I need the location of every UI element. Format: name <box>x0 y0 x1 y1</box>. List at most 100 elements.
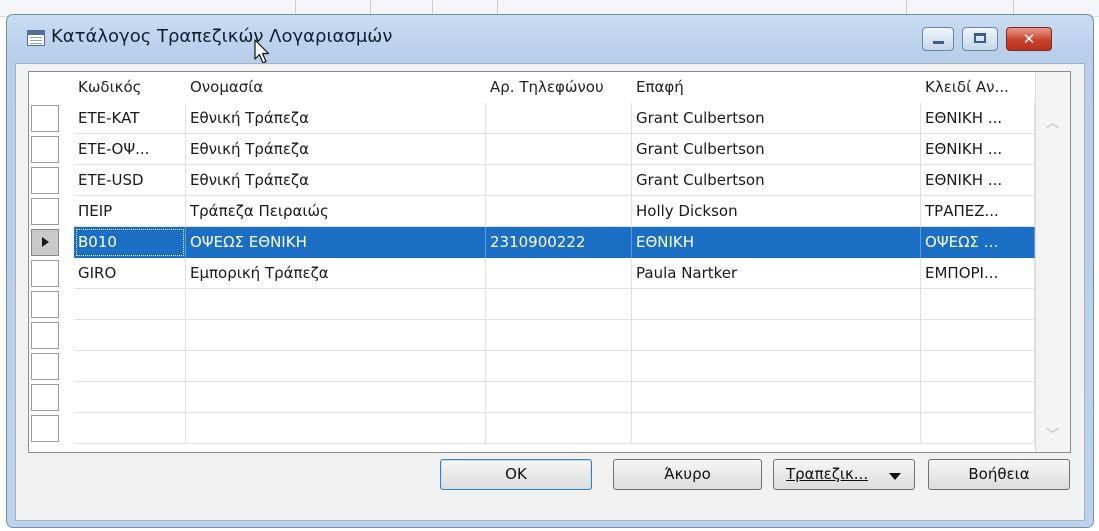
cell-account-key[interactable] <box>921 320 1035 351</box>
scroll-down-icon[interactable]: ﹀ <box>1046 424 1059 443</box>
row-selector-box[interactable] <box>31 353 59 380</box>
table-row[interactable]: B010 ΟΨΕΩΣ ΕΘΝΙΚΗ 2310900222 ΕΘΝΙΚΗ ΟΨΕΩΣ ..… <box>29 227 1070 258</box>
table-row[interactable] <box>29 289 1070 320</box>
cell-code[interactable] <box>74 320 186 351</box>
table-row[interactable] <box>29 382 1070 413</box>
cell-code[interactable] <box>74 351 186 382</box>
row-selector[interactable] <box>29 289 74 320</box>
cell-phone[interactable] <box>486 351 632 382</box>
cell-phone[interactable] <box>486 289 632 320</box>
cell-account-key[interactable]: ΤΡΑΠΕΖ... <box>921 196 1035 227</box>
cell-contact[interactable]: Grant Culbertson <box>632 103 921 134</box>
cell-code[interactable]: GIRO <box>74 258 186 289</box>
cell-account-key[interactable]: ΕΘΝΙΚΗ ... <box>921 134 1035 165</box>
cell-phone[interactable] <box>486 165 632 196</box>
cell-code[interactable]: ETE-KAT <box>74 103 186 134</box>
row-selector[interactable] <box>29 258 74 289</box>
scroll-up-icon[interactable]: ︿ <box>1046 112 1059 131</box>
table-row[interactable] <box>29 320 1070 351</box>
row-selector[interactable] <box>29 103 74 134</box>
row-selector-box[interactable] <box>31 167 59 194</box>
cell-phone[interactable] <box>486 382 632 413</box>
row-selector-box[interactable] <box>31 260 59 287</box>
cell-code[interactable] <box>74 382 186 413</box>
cell-name[interactable] <box>186 289 486 320</box>
cell-contact[interactable] <box>632 382 921 413</box>
table-row[interactable] <box>29 351 1070 382</box>
cell-code[interactable]: ETE-USD <box>74 165 186 196</box>
row-selector-box[interactable] <box>31 198 59 225</box>
cell-code[interactable]: ΠΕΙΡ <box>74 196 186 227</box>
row-selector-box[interactable] <box>31 322 59 349</box>
row-selector[interactable] <box>29 382 74 413</box>
cell-contact[interactable]: Grant Culbertson <box>632 165 921 196</box>
cell-name[interactable]: ΟΨΕΩΣ ΕΘΝΙΚΗ <box>186 227 486 258</box>
cell-name[interactable] <box>186 413 486 444</box>
cell-phone[interactable] <box>486 258 632 289</box>
title-bar[interactable]: Κατάλογος Τραπεζικών Λογαριασμών ✕ <box>7 15 1093 64</box>
cell-contact[interactable] <box>632 320 921 351</box>
cancel-button[interactable]: Άκυρο <box>613 459 762 490</box>
cell-phone[interactable] <box>486 320 632 351</box>
cell-phone[interactable] <box>486 196 632 227</box>
row-selector-box[interactable] <box>31 415 59 442</box>
row-selector-box[interactable] <box>31 291 59 318</box>
cell-name[interactable]: Εθνική Τράπεζα <box>186 165 486 196</box>
cell-account-key[interactable] <box>921 289 1035 320</box>
table-row[interactable]: ETE-USD Εθνική Τράπεζα Grant Culbertson ΕΘΝ… <box>29 165 1070 196</box>
vertical-scrollbar[interactable]: ︿ ﹀ <box>1035 72 1070 452</box>
column-header-name[interactable]: Ονομασία <box>186 72 486 103</box>
column-header-account-key[interactable]: Κλειδί Αν... <box>921 72 1035 103</box>
column-header-code[interactable]: Κωδικός <box>74 72 186 103</box>
minimize-button[interactable] <box>922 27 954 51</box>
cell-account-key[interactable]: ΕΘΝΙΚΗ ... <box>921 165 1035 196</box>
column-header-contact[interactable]: Επαφή <box>632 72 921 103</box>
cell-account-key[interactable]: ΕΘΝΙΚΗ ... <box>921 103 1035 134</box>
cell-code[interactable]: ETE-ΟΨ... <box>74 134 186 165</box>
cell-name[interactable]: Τράπεζα Πειραιώς <box>186 196 486 227</box>
cell-name[interactable]: Εθνική Τράπεζα <box>186 134 486 165</box>
table-row[interactable]: ETE-ΟΨ... Εθνική Τράπεζα Grant Culbertson Ε… <box>29 134 1070 165</box>
cell-contact[interactable]: Paula Nartker <box>632 258 921 289</box>
cell-name[interactable] <box>186 320 486 351</box>
cell-contact[interactable]: Holly Dickson <box>632 196 921 227</box>
cell-name[interactable]: Εμπορική Τράπεζα <box>186 258 486 289</box>
bank-account-menu-button[interactable]: Τραπεζικ... <box>773 459 915 490</box>
cell-phone[interactable] <box>486 103 632 134</box>
help-button[interactable]: Βοήθεια <box>928 459 1070 490</box>
cell-code[interactable]: B010 <box>74 227 186 258</box>
cell-contact[interactable] <box>632 413 921 444</box>
row-selector[interactable] <box>29 227 74 258</box>
cell-phone[interactable]: 2310900222 <box>486 227 632 258</box>
cell-contact[interactable]: ΕΘΝΙΚΗ <box>632 227 921 258</box>
row-selector[interactable] <box>29 134 74 165</box>
cell-phone[interactable] <box>486 413 632 444</box>
row-selector[interactable] <box>29 320 74 351</box>
table-row[interactable]: ETE-KAT Εθνική Τράπεζα Grant Culbertson ΕΘΝ… <box>29 103 1070 134</box>
ok-button[interactable]: OK <box>440 459 592 490</box>
cell-name[interactable] <box>186 351 486 382</box>
table-row[interactable]: ΠΕΙΡ Τράπεζα Πειραιώς Holly Dickson ΤΡΑΠΕΖ.… <box>29 196 1070 227</box>
cell-name[interactable] <box>186 382 486 413</box>
cell-code[interactable] <box>74 413 186 444</box>
cell-phone[interactable] <box>486 134 632 165</box>
row-selector[interactable] <box>29 196 74 227</box>
table-row[interactable]: GIRO Εμπορική Τράπεζα Paula Nartker ΕΜΠΟΡΙ.… <box>29 258 1070 289</box>
cell-account-key[interactable] <box>921 351 1035 382</box>
maximize-button[interactable] <box>962 27 998 51</box>
row-selector[interactable] <box>29 165 74 196</box>
row-selector[interactable] <box>29 351 74 382</box>
cell-contact[interactable] <box>632 351 921 382</box>
cell-code[interactable] <box>74 289 186 320</box>
cell-contact[interactable] <box>632 289 921 320</box>
row-selector-box[interactable] <box>31 105 59 132</box>
column-header-phone[interactable]: Αρ. Τηλεφώνου <box>486 72 632 103</box>
close-button[interactable]: ✕ <box>1006 27 1052 51</box>
cell-account-key[interactable] <box>921 382 1035 413</box>
cell-contact[interactable]: Grant Culbertson <box>632 134 921 165</box>
bank-accounts-grid[interactable]: Κωδικός Ονομασία Αρ. Τηλεφώνου Επαφή Κλε… <box>28 71 1071 453</box>
row-selector[interactable] <box>29 413 74 444</box>
cell-name[interactable]: Εθνική Τράπεζα <box>186 103 486 134</box>
row-selector-box[interactable] <box>31 136 59 163</box>
cell-account-key[interactable]: ΕΜΠΟΡΙ... <box>921 258 1035 289</box>
